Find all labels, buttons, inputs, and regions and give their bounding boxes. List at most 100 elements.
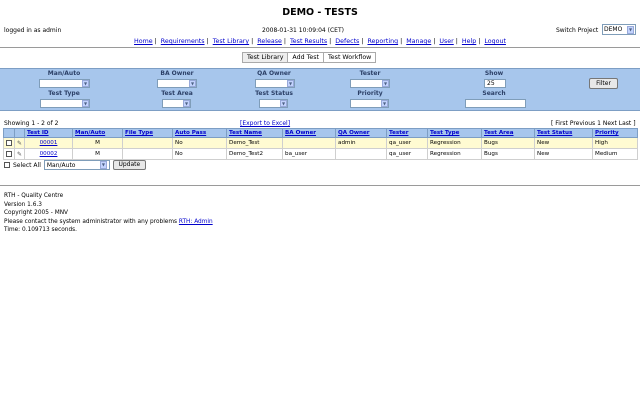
chevron-down-icon: ▼ (82, 100, 89, 107)
pager-close-bracket: ] (633, 120, 636, 127)
tab-add-test[interactable]: Add Test (288, 53, 325, 62)
tab-test-workflow[interactable]: Test Workflow (324, 53, 376, 62)
footer-app-name: RTH - Quality Centre (4, 193, 64, 199)
row-checkbox[interactable] (6, 139, 12, 146)
priority-cell: Medium (592, 148, 638, 160)
switch-project-label: Switch Project (556, 27, 599, 34)
nav-user[interactable]: User (439, 38, 453, 45)
man-auto-cell: M (72, 137, 124, 149)
chevron-down-icon: ▼ (189, 80, 196, 87)
datetime: 2008-01-31 10:09:04 (CET) (262, 27, 344, 34)
nav-defects[interactable]: Defects (335, 38, 359, 45)
filter-panel (0, 68, 640, 111)
footer: RTH - Quality Centre Version 1.6.3 Copyr… (4, 192, 213, 235)
update-button[interactable]: Update (112, 160, 146, 170)
pencil-icon[interactable]: ✎ (17, 140, 22, 147)
nav-logout[interactable]: Logout (484, 38, 506, 45)
pencil-icon[interactable]: ✎ (17, 151, 22, 158)
chevron-down-icon: ▼ (280, 100, 287, 107)
nav-test-library[interactable]: Test Library (213, 38, 249, 45)
test-status-select[interactable]: ▼ (259, 99, 288, 108)
chevron-down-icon: ▼ (287, 80, 294, 87)
col-test-type[interactable]: Test Type (427, 128, 483, 138)
col-ba-owner[interactable]: BA Owner (282, 128, 337, 138)
results-count: Showing 1 - 2 of 2 (4, 120, 59, 127)
row-edit-cell: ✎ (13, 148, 26, 160)
man-auto-cell: M (72, 148, 124, 160)
nav-reporting[interactable]: Reporting (367, 38, 398, 45)
test-id-cell: 00002 (24, 148, 74, 160)
chevron-down-icon: ▼ (99, 161, 107, 169)
filter-label-tester: Tester (359, 70, 381, 77)
nav-release[interactable]: Release (257, 38, 282, 45)
pager-open-bracket: [ (551, 120, 554, 127)
search-input[interactable] (465, 99, 526, 108)
select-all-label: Select All (13, 161, 41, 169)
pager-first[interactable]: First (555, 120, 568, 127)
pagination: [ First Previous 1 Next Last ] (551, 120, 636, 127)
col-tester[interactable]: Tester (386, 128, 429, 138)
main-nav: Home | Requirements | Test Library | Releas… (134, 38, 506, 45)
test-type-cell: Regression (427, 148, 483, 160)
export-excel-link[interactable]: [Export to Excel] (240, 120, 290, 127)
col-man-auto[interactable]: Man/Auto (72, 128, 124, 138)
row-checkbox[interactable] (6, 150, 12, 157)
nav-help[interactable]: Help (462, 38, 476, 45)
test-type-cell: Regression (427, 137, 483, 149)
test-name-cell: Demo_Test (226, 137, 284, 149)
test-area-cell: Bugs (481, 137, 536, 149)
col-test-area[interactable]: Test Area (481, 128, 536, 138)
pager-next[interactable]: Next (603, 120, 617, 127)
col-file-type[interactable]: File Type (122, 128, 174, 138)
header-checkbox-col (3, 128, 15, 138)
tester-select[interactable]: ▼ (350, 79, 390, 88)
test-area-select[interactable]: ▼ (162, 99, 191, 108)
row-checkbox-cell (3, 137, 15, 149)
results-table: Test ID Man/Auto File Type Auto Pass Tes… (3, 128, 638, 160)
man-auto-select[interactable]: ▼ (39, 79, 90, 88)
test-status-cell: New (534, 148, 594, 160)
pager-last[interactable]: Last (619, 120, 632, 127)
tab-test-library[interactable]: Test Library (243, 53, 289, 62)
test-type-select[interactable]: ▼ (40, 99, 90, 108)
footer-timing: Time: 0.109713 seconds. (4, 227, 78, 234)
bulk-field-select[interactable]: Man/Auto ▼ (43, 160, 110, 170)
filter-label-man-auto: Man/Auto (47, 70, 81, 77)
col-test-id[interactable]: Test ID (24, 128, 74, 138)
filter-button[interactable]: Filter (589, 78, 618, 89)
row-edit-cell: ✎ (13, 137, 26, 149)
test-id-link[interactable]: 00002 (40, 151, 58, 157)
test-id-link[interactable]: 00001 (40, 140, 58, 146)
filter-label-test-status: Test Status (255, 90, 293, 97)
show-input[interactable]: 25 (484, 79, 506, 88)
chevron-down-icon: ▼ (183, 100, 190, 107)
filter-label-ba-owner: BA Owner (160, 70, 194, 77)
col-priority[interactable]: Priority (592, 128, 638, 138)
pager-previous[interactable]: Previous (570, 120, 595, 127)
nav-manage[interactable]: Manage (406, 38, 431, 45)
select-all-checkbox[interactable] (4, 162, 10, 168)
login-status: logged in as admin (4, 27, 62, 34)
sub-nav: Test Library Add Test Test Workflow (242, 52, 377, 63)
col-qa-owner[interactable]: QA Owner (335, 128, 388, 138)
switch-project-select[interactable]: DEMO ▼ (602, 24, 636, 35)
qa-owner-select[interactable]: ▼ (255, 79, 295, 88)
file-type-cell (122, 137, 174, 149)
nav-test-results[interactable]: Test Results (290, 38, 327, 45)
chevron-down-icon: ▼ (381, 100, 388, 107)
col-test-name[interactable]: Test Name (226, 128, 284, 138)
col-test-status[interactable]: Test Status (534, 128, 594, 138)
admin-contact-link[interactable]: RTH: Admin (179, 219, 213, 225)
auto-pass-cell: No (172, 137, 228, 149)
nav-requirements[interactable]: Requirements (161, 38, 205, 45)
page-title: DEMO - TESTS (282, 7, 358, 18)
nav-home[interactable]: Home (134, 38, 153, 45)
bulk-field-value: Man/Auto (46, 161, 76, 169)
priority-select[interactable]: ▼ (350, 99, 389, 108)
ba-owner-select[interactable]: ▼ (157, 79, 197, 88)
divider (0, 47, 640, 48)
table-row: ✎ 00002 M No Demo_Test2 ba_user qa_user … (3, 148, 638, 160)
col-auto-pass[interactable]: Auto Pass (172, 128, 228, 138)
chevron-down-icon: ▼ (627, 25, 634, 34)
filter-label-qa-owner: QA Owner (257, 70, 291, 77)
